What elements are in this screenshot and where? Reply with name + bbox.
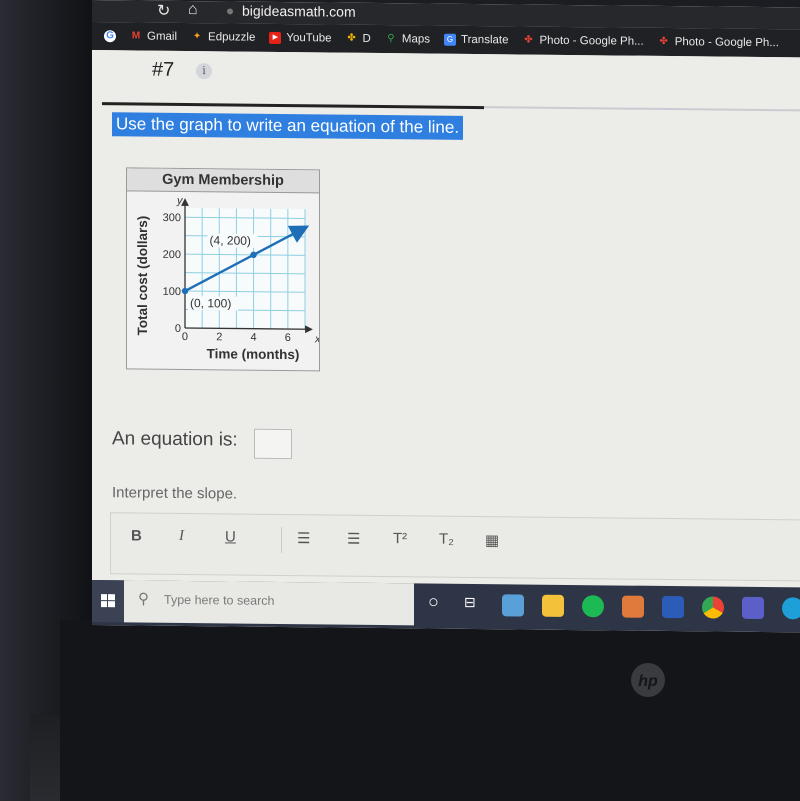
task-view-icon[interactable]: ⊟ — [464, 594, 476, 611]
subscript-button[interactable]: T₂ — [439, 531, 454, 548]
windows-taskbar: ⚲ Type here to search ○ ⊟ — [92, 580, 800, 633]
bookmark-photo-1[interactable]: ✤ Photo - Google Ph... — [523, 34, 643, 48]
x-axis-symbol: x — [314, 333, 319, 345]
word-icon[interactable] — [662, 595, 684, 619]
svg-text:hp: hp — [638, 673, 658, 690]
info-icon[interactable]: i — [196, 63, 212, 80]
google-photos-icon: ✤ — [659, 35, 668, 48]
y-tick-label: 300 — [163, 212, 181, 224]
superscript-button[interactable]: T² — [393, 530, 407, 547]
site-info-icon[interactable] — [227, 8, 233, 15]
cortana-icon[interactable]: ○ — [428, 592, 439, 613]
point-label: (4, 200) — [210, 233, 251, 247]
youtube-icon: ▶ — [269, 31, 282, 44]
x-tick-label: 4 — [251, 332, 257, 344]
bookmark-youtube[interactable]: ▶ YouTube — [269, 31, 332, 45]
address-bar[interactable]: bigideasmath.com — [242, 3, 356, 20]
x-axis-label: Time (months) — [207, 346, 300, 362]
x-tick-label: 2 — [216, 331, 222, 343]
search-icon: ⚲ — [138, 590, 149, 608]
store-icon[interactable] — [502, 594, 524, 617]
numbered-list-icon[interactable]: ☰ — [347, 530, 360, 548]
home-icon[interactable]: ⌂ — [188, 1, 198, 19]
y-tick-label: 0 — [175, 323, 181, 335]
rich-text-editor[interactable]: B I U ☰ ☰ T² T₂ ▦ — [110, 512, 800, 582]
laptop-body: hp — [60, 620, 800, 801]
y-tick-label: 100 — [163, 286, 181, 298]
start-button[interactable] — [92, 580, 124, 623]
google-photos-icon: ✤ — [524, 34, 533, 46]
translate-icon: G — [443, 33, 456, 46]
bookmark-photo-2[interactable]: ✤ Photo - Google Ph... — [658, 36, 779, 49]
bookmark-google[interactable]: G — [104, 30, 116, 43]
toolbar-divider — [281, 526, 282, 553]
bookmark-d[interactable]: ✤ D — [346, 33, 371, 45]
hp-logo-icon: hp — [631, 663, 665, 697]
bookmark-gmail[interactable]: M Gmail — [130, 30, 177, 42]
y-axis-symbol: y — [176, 195, 184, 207]
media-player-icon[interactable] — [622, 595, 644, 618]
point-label: (0, 100) — [190, 296, 231, 310]
edpuzzle-icon: ✦ — [192, 31, 202, 43]
equation-input[interactable] — [254, 428, 292, 460]
chrome-icon[interactable] — [702, 596, 724, 619]
file-explorer-icon[interactable] — [542, 594, 564, 617]
x-tick-label: 0 — [182, 331, 188, 343]
y-axis-label: Total cost (dollars) — [135, 216, 150, 336]
bold-button[interactable]: B — [131, 527, 142, 544]
interpret-slope-label: Interpret the slope. — [112, 484, 238, 503]
underline-button[interactable]: U — [225, 528, 236, 545]
teams-icon[interactable] — [742, 596, 764, 620]
table-icon[interactable]: ▦ — [485, 531, 499, 549]
chart-title: Gym Membership — [127, 168, 319, 194]
google-photos-icon: ✤ — [347, 32, 356, 44]
question-page: #7 i Use the graph to write an equation … — [92, 50, 800, 588]
taskbar-search[interactable]: ⚲ Type here to search — [124, 580, 414, 626]
bullet-list-icon[interactable]: ☰ — [297, 529, 310, 547]
windows-icon — [101, 594, 115, 608]
bookmark-maps[interactable]: ⚲ Maps — [385, 33, 430, 45]
question-prompt: Use the graph to write an equation of th… — [112, 112, 464, 140]
y-tick-label: 200 — [163, 249, 181, 261]
chart: 0 2 4 6 0 100 200 300 x y Time (months) Total cost … — [135, 195, 319, 362]
bookmark-edpuzzle[interactable]: ✦ Edpuzzle — [191, 31, 256, 44]
spotify-icon[interactable] — [582, 595, 604, 618]
graph-figure: Gym Membership 0 2 4 6 0 100 200 300 x y Time (mon… — [126, 167, 320, 372]
google-icon: G — [104, 30, 116, 43]
maps-icon: ⚲ — [387, 33, 395, 45]
bookmark-translate[interactable]: G Translate — [443, 33, 509, 46]
divider — [102, 102, 484, 110]
equation-label: An equation is: — [112, 428, 238, 451]
gmail-icon: M — [131, 30, 141, 42]
screen: ↻ ⌂ bigideasmath.com G M Gmail ✦ Edpuzzle … — [92, 0, 800, 633]
question-number: #7 — [152, 58, 175, 81]
reload-icon[interactable]: ↻ — [157, 1, 170, 21]
search-placeholder: Type here to search — [164, 592, 275, 608]
divider — [484, 106, 800, 112]
edge-icon[interactable] — [782, 597, 800, 620]
x-tick-label: 6 — [285, 332, 291, 344]
italic-button[interactable]: I — [179, 528, 184, 545]
